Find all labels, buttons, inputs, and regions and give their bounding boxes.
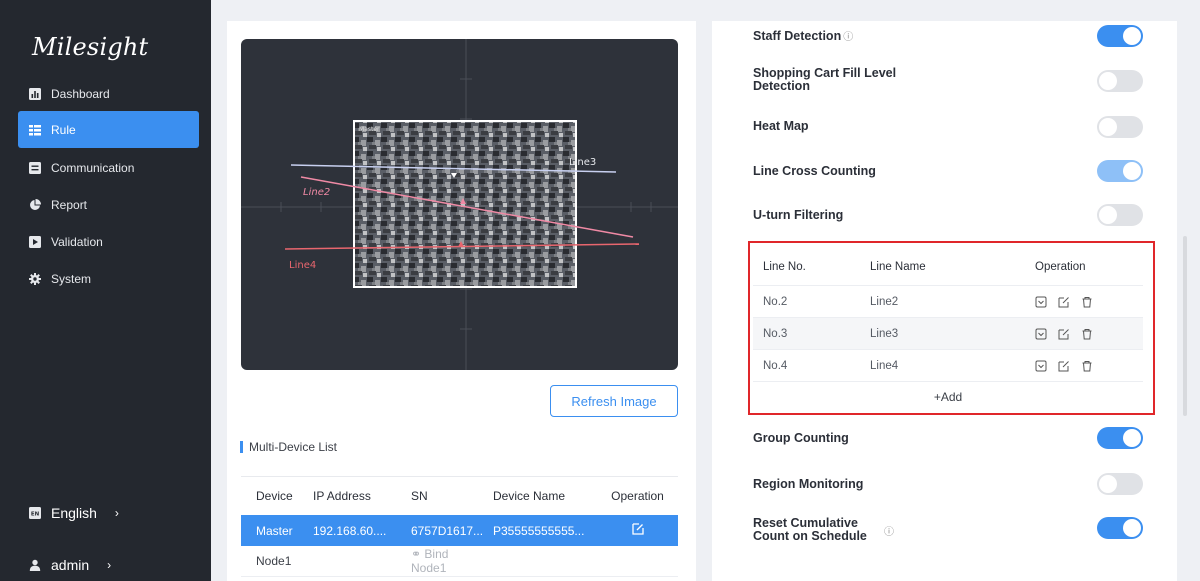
line-cross-toggle[interactable]	[1097, 160, 1143, 182]
toggle-knob	[1099, 118, 1117, 136]
uturn-label: U-turn Filtering	[753, 208, 844, 222]
table-header: Line No. Line Name Operation	[753, 249, 1143, 286]
multi-device-table: Device IP Address SN Device Name Operati…	[241, 476, 678, 577]
message-icon	[29, 161, 41, 174]
delete-icon[interactable]	[1081, 296, 1093, 308]
edit-icon[interactable]	[597, 523, 678, 538]
toggle-knob	[1099, 72, 1117, 90]
uturn-toggle[interactable]	[1097, 204, 1143, 226]
sidebar-item-rule[interactable]: Rule	[18, 111, 199, 148]
table-row[interactable]: Master 192.168.60.... 6757D1617... P3555…	[241, 515, 678, 546]
cart-fill-toggle[interactable]	[1097, 70, 1143, 92]
chevron-right-icon: ›	[114, 506, 119, 520]
line3-label: Line3	[569, 157, 596, 168]
sidebar: Milesight Dashboard Rule Communication R…	[0, 0, 211, 581]
staff-detection-label: Staff Detection ⓘ	[753, 29, 854, 44]
multi-device-title: Multi-Device List	[240, 440, 337, 454]
collapse-icon[interactable]	[1035, 296, 1047, 308]
heat-map-toggle[interactable]	[1097, 116, 1143, 138]
milesight-logo: Milesight	[32, 33, 149, 61]
info-icon: ⓘ	[884, 527, 894, 538]
table-row: No.4 Line4	[753, 350, 1143, 382]
language-label: English	[51, 505, 97, 521]
bar-chart-icon	[29, 87, 41, 100]
language-icon: EN	[29, 507, 41, 519]
toggle-knob	[1123, 162, 1141, 180]
sidebar-item-report[interactable]: Report	[18, 186, 199, 223]
gear-icon	[29, 272, 41, 285]
camera-preview[interactable]: Master Line3 Line2 Line4	[241, 39, 678, 370]
cart-fill-label: Shopping Cart Fill Level Detection	[753, 66, 897, 93]
line-table: Line No. Line Name Operation No.2 Line2 …	[753, 249, 1143, 412]
collapse-icon[interactable]	[1035, 360, 1047, 372]
line2-label: Line2	[303, 187, 330, 198]
toggle-knob	[1099, 475, 1117, 493]
toggle-knob	[1123, 27, 1141, 45]
chevron-right-icon: ›	[107, 558, 112, 572]
sidebar-item-label: Dashboard	[51, 86, 110, 101]
group-counting-label: Group Counting	[753, 431, 849, 445]
info-icon: ⓘ	[843, 32, 854, 43]
svg-text:EN: EN	[31, 511, 40, 517]
staff-detection-toggle[interactable]	[1097, 25, 1143, 47]
row-operations	[1031, 296, 1143, 308]
add-line-button[interactable]: +Add	[753, 382, 1143, 412]
toggle-knob	[1123, 429, 1141, 447]
collapse-icon[interactable]	[1035, 328, 1047, 340]
table-header: Device IP Address SN Device Name Operati…	[256, 489, 664, 503]
line4-label: Line4	[289, 260, 316, 271]
sidebar-item-system[interactable]: System	[18, 260, 199, 297]
preview-canvas: Master Line3 Line2 Line4	[241, 39, 678, 370]
user-icon	[29, 559, 41, 571]
refresh-image-button[interactable]: Refresh Image	[550, 385, 678, 417]
sidebar-item-label: Report	[51, 197, 88, 212]
svg-text:Master: Master	[359, 126, 380, 133]
delete-icon[interactable]	[1081, 360, 1093, 372]
reset-cumulative-label: Reset Cumulative Count on Schedule	[753, 516, 867, 543]
sidebar-item-label: Communication	[51, 160, 135, 175]
heat-map-label: Heat Map	[753, 119, 809, 133]
bind-node-link[interactable]: ⚭ Bind Node1	[399, 547, 487, 575]
link-icon: ⚭	[411, 547, 422, 561]
row-operations	[1031, 328, 1143, 340]
line-cross-label: Line Cross Counting	[753, 164, 876, 178]
user-label: admin	[51, 557, 90, 573]
group-counting-toggle[interactable]	[1097, 427, 1143, 449]
table-row[interactable]: Node1 ⚭ Bind Node1	[241, 546, 678, 577]
edit-icon[interactable]	[1058, 328, 1070, 340]
pie-chart-icon	[29, 198, 41, 211]
sidebar-item-label: System	[51, 271, 92, 286]
reset-cumulative-toggle[interactable]	[1097, 517, 1143, 539]
toggle-knob	[1099, 206, 1117, 224]
sidebar-item-label: Validation	[51, 234, 103, 249]
sidebar-item-label: Rule	[51, 122, 76, 137]
delete-icon[interactable]	[1081, 328, 1093, 340]
scrollbar[interactable]	[1183, 236, 1187, 416]
title-accent-bar	[240, 441, 243, 453]
sidebar-item-communication[interactable]: Communication	[18, 149, 199, 186]
sidebar-item-validation[interactable]: Validation	[18, 223, 199, 260]
list-icon	[29, 124, 41, 136]
table-row: No.3 Line3	[753, 318, 1143, 350]
region-monitoring-toggle[interactable]	[1097, 473, 1143, 495]
play-icon	[29, 235, 41, 248]
row-operations	[1031, 360, 1143, 372]
language-selector[interactable]: EN English ›	[18, 498, 199, 528]
edit-icon[interactable]	[1058, 360, 1070, 372]
table-row: No.2 Line2	[753, 286, 1143, 318]
sidebar-item-dashboard[interactable]: Dashboard	[18, 75, 199, 112]
edit-icon[interactable]	[1058, 296, 1070, 308]
user-menu[interactable]: admin ›	[18, 550, 199, 580]
toggle-knob	[1123, 519, 1141, 537]
region-monitoring-label: Region Monitoring	[753, 477, 864, 491]
